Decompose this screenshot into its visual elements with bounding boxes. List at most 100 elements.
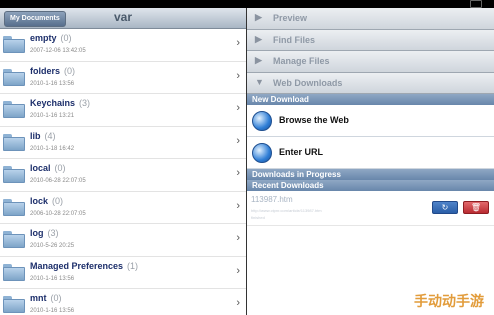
folder-row[interactable]: folders (0) 2010-1-16 13:56 › — [0, 61, 246, 94]
refresh-button[interactable]: ↻ — [432, 201, 458, 214]
chevron-right-icon: › — [236, 167, 240, 179]
folder-name: lib (4) — [30, 131, 56, 141]
chevron-right-icon: › — [236, 102, 240, 114]
downloads-panel: ▶ Preview ▶ Find Files ▶ Manage Files ▼ … — [247, 8, 494, 315]
download-name: 113987.htm — [251, 195, 293, 204]
folder-label: lib — [30, 130, 41, 141]
menu-label: Preview — [273, 13, 308, 23]
folder-label: log — [30, 228, 44, 238]
recent-downloads-header: Recent Downloads — [247, 180, 494, 191]
folder-date: 2010-5-26 20:25 — [30, 243, 75, 249]
back-button[interactable]: My Documents — [4, 11, 66, 27]
folder-count: (0) — [54, 163, 66, 173]
trash-icon: 🗑 — [470, 203, 482, 212]
folder-name: lock (0) — [30, 196, 63, 206]
folder-date: 2010-1-18 16:42 — [30, 145, 75, 152]
folder-count: (4) — [44, 130, 56, 141]
folder-name: log (3) — [30, 228, 59, 238]
downloads-in-progress-header: Downloads in Progress — [247, 169, 494, 180]
folder-count: (0) — [50, 293, 62, 303]
folder-date: 2010-1-16 13:56 — [30, 275, 75, 282]
globe-icon — [252, 111, 272, 131]
folder-icon — [3, 231, 25, 248]
folder-label: Keychains — [30, 98, 76, 108]
left-nav-bar: My Documents var — [0, 8, 246, 29]
folder-date: 2010-1-16 13:21 — [30, 113, 75, 119]
folder-row[interactable]: log (3) 2010-5-26 20:25 › — [0, 224, 246, 257]
folder-label: empty — [30, 33, 57, 43]
menu-label: Manage Files — [273, 56, 330, 66]
folder-label: lock — [30, 195, 49, 206]
globe-icon — [252, 143, 272, 163]
chevron-right-icon: › — [236, 199, 240, 212]
delete-button[interactable]: 🗑 — [463, 201, 489, 214]
folder-count: (0) — [64, 65, 76, 76]
menu-preview[interactable]: ▶ Preview — [247, 8, 494, 30]
folder-row[interactable]: lib (4) 2010-1-18 16:42 › — [0, 126, 246, 159]
folder-row[interactable]: local (0) 2010-06-28 22:07:05 › — [0, 159, 246, 192]
menu-find-files[interactable]: ▶ Find Files — [247, 29, 494, 51]
chevron-right-icon: › — [236, 69, 240, 82]
watermark-logo: 手动动手游 — [414, 293, 484, 309]
folder-date: 2010-1-16 13:56 — [30, 308, 75, 314]
folder-name: empty (0) — [30, 33, 72, 43]
action-label: Enter URL — [279, 147, 324, 157]
folder-date: 2007-12-06 13:42:05 — [30, 48, 86, 54]
menu-web-downloads[interactable]: ▼ Web Downloads — [247, 72, 494, 94]
folder-row[interactable]: empty (0) 2007-12-06 13:42:05 › — [0, 29, 246, 62]
folder-icon — [3, 36, 25, 53]
folder-count: (0) — [52, 195, 64, 206]
folder-count: (3) — [79, 98, 91, 108]
folder-name: Keychains (3) — [30, 98, 90, 108]
folder-count: (0) — [60, 33, 72, 43]
folder-row[interactable]: lock (0) 2006-10-28 22:07:05 › — [0, 191, 246, 224]
browse-web-button[interactable]: Browse the Web — [247, 105, 494, 137]
folder-label: folders — [30, 65, 61, 76]
enter-url-button[interactable]: Enter URL — [247, 137, 494, 169]
folder-label: Managed Preferences — [30, 260, 124, 271]
folder-name: folders (0) — [30, 66, 75, 76]
folder-name: mnt (0) — [30, 293, 62, 303]
folder-date: 2010-1-16 13:56 — [30, 80, 75, 87]
folder-row[interactable]: mnt (0) 2010-1-16 13:56 › — [0, 289, 246, 315]
menu-manage-files[interactable]: ▶ Manage Files — [247, 51, 494, 73]
folder-date: 2006-10-28 22:07:05 — [30, 210, 86, 217]
chevron-right-icon: ▶ — [255, 12, 262, 22]
chevron-right-icon: › — [236, 37, 240, 49]
menu-label: Find Files — [273, 34, 316, 45]
folder-name: Managed Preferences (1) — [30, 261, 138, 271]
folder-icon — [3, 296, 25, 313]
download-item[interactable]: 113987.htm http://www.ctpnr.com/article/… — [247, 191, 494, 226]
folder-list: empty (0) 2007-12-06 13:42:05 › folders (0) 20… — [0, 29, 246, 315]
folder-count: (1) — [127, 260, 139, 271]
chevron-right-icon: › — [236, 264, 240, 277]
action-label: Browse the Web — [279, 115, 349, 125]
folder-icon — [3, 166, 25, 183]
folder-date: 2010-06-28 22:07:05 — [30, 178, 86, 184]
chevron-right-icon: ▶ — [255, 55, 262, 65]
menu-label: Web Downloads — [273, 77, 343, 88]
folder-name: local (0) — [30, 163, 66, 173]
chevron-right-icon: › — [236, 232, 240, 244]
folder-icon — [3, 263, 25, 281]
chevron-right-icon: › — [236, 134, 240, 147]
battery-icon — [470, 0, 482, 8]
download-status: finished — [251, 215, 265, 220]
folder-count: (3) — [47, 228, 59, 238]
download-url: http://www.ctpnr.com/article/113987.htm — [251, 208, 322, 213]
new-download-header: New Download — [247, 94, 494, 105]
folder-icon — [3, 68, 25, 86]
chevron-down-icon: ▼ — [255, 76, 264, 87]
status-bar — [0, 0, 494, 8]
folder-row[interactable]: Keychains (3) 2010-1-16 13:21 › — [0, 94, 246, 127]
folder-row[interactable]: Managed Preferences (1) 2010-1-16 13:56 › — [0, 256, 246, 289]
chevron-right-icon: › — [236, 297, 240, 309]
folder-icon — [3, 101, 25, 118]
refresh-icon: ↻ — [441, 203, 449, 212]
folder-icon — [3, 198, 25, 216]
folder-label: local — [30, 163, 51, 173]
chevron-right-icon: ▶ — [255, 33, 262, 44]
folder-icon — [3, 133, 25, 151]
folder-label: mnt — [30, 293, 47, 303]
file-browser-panel: My Documents var empty (0) 2007-12-06 13:4… — [0, 8, 246, 315]
